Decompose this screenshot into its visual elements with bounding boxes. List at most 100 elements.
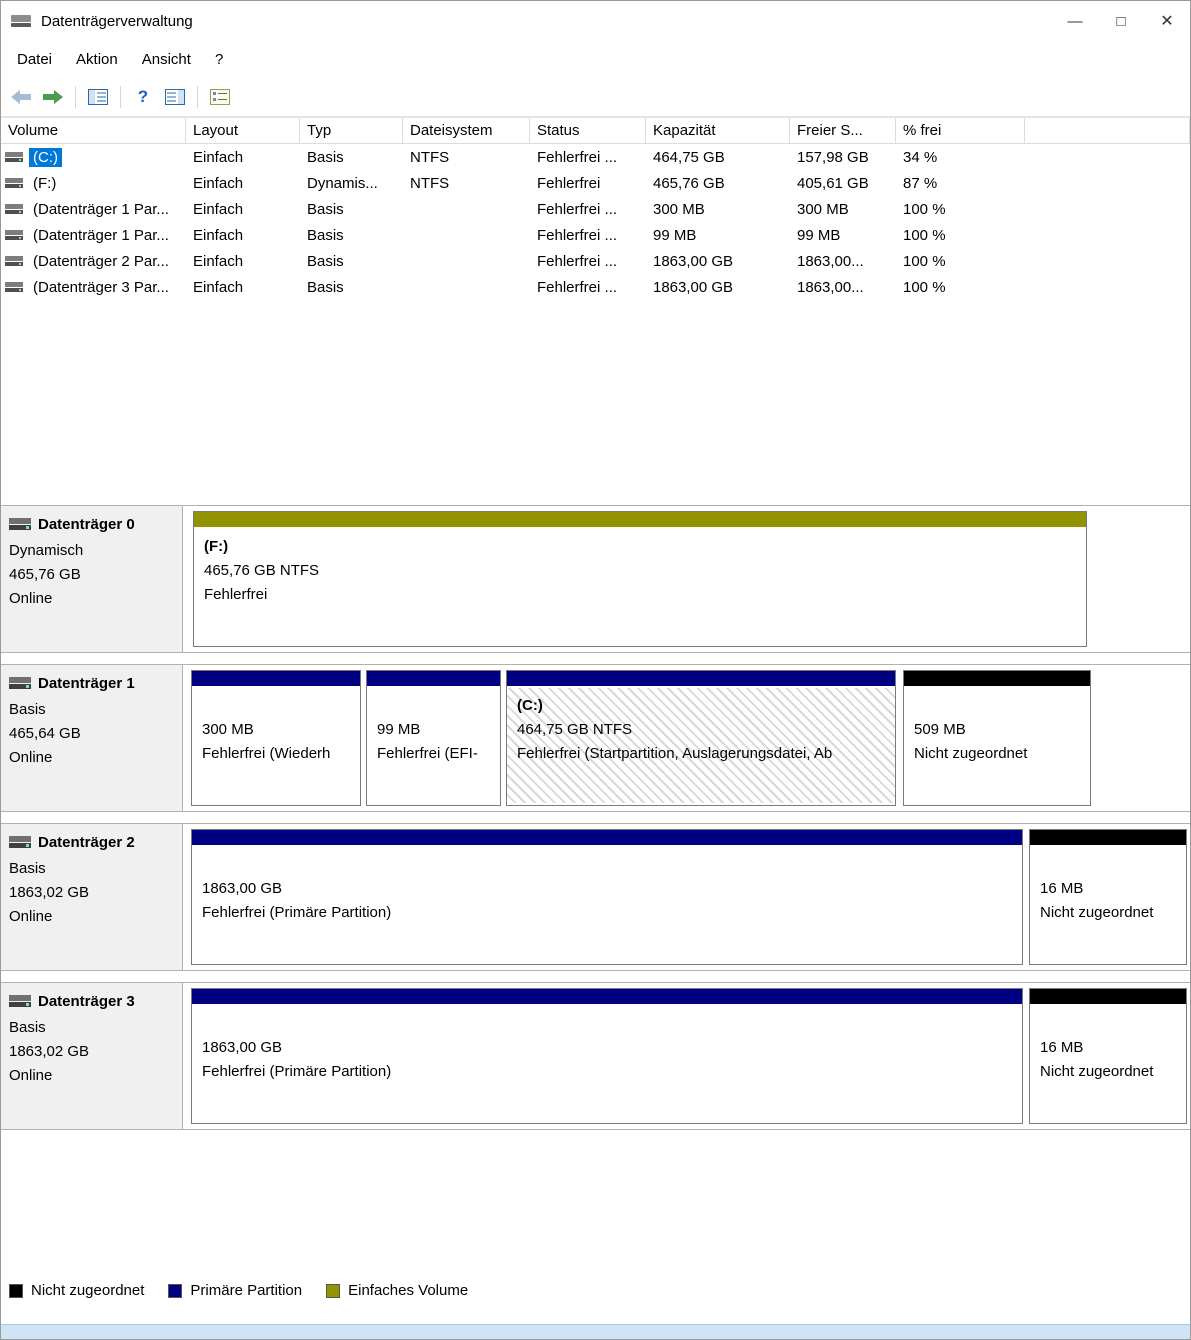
disk-status: Online: [9, 590, 53, 607]
partition-block[interactable]: 1863,00 GB Fehlerfrei (Primäre Partition…: [191, 988, 1023, 1124]
maximize-button[interactable]: □: [1098, 1, 1144, 41]
cell-typ: Basis: [307, 226, 344, 244]
partition-block-unallocated[interactable]: 16 MB Nicht zugeordnet: [1029, 988, 1187, 1124]
cell-prozent-frei: 100 %: [903, 200, 946, 218]
cell-dateisystem: NTFS: [410, 148, 450, 166]
disk-info-panel[interactable]: Datenträger 2 Basis 1863,02 GB Online: [1, 824, 183, 970]
legend-item-simple-volume: Einfaches Volume: [326, 1282, 468, 1299]
disk-kind: Basis: [9, 860, 46, 877]
partition-status: Nicht zugeordnet: [1040, 904, 1154, 921]
partition-status: Fehlerfrei (Startpartition, Auslagerungs…: [517, 745, 833, 762]
volume-cell: (Datenträger 3 Par...: [1, 278, 186, 297]
partition-block-unallocated[interactable]: 509 MB Nicht zugeordnet: [903, 670, 1091, 806]
menu-datei[interactable]: Datei: [5, 45, 64, 74]
partition-size: 509 MB: [914, 721, 966, 738]
menu-help[interactable]: ?: [203, 45, 235, 74]
volume-icon: [5, 177, 23, 189]
help-icon[interactable]: ?: [128, 83, 158, 111]
console-tree-icon[interactable]: [83, 83, 113, 111]
disk-size: 1863,02 GB: [9, 884, 90, 901]
legend-swatch-primary-partition: [168, 1283, 183, 1298]
disk-row-0: Datenträger 0 Dynamisch 465,76 GB Online…: [1, 505, 1190, 653]
forward-arrow-icon[interactable]: [38, 83, 68, 111]
disk-status: Online: [9, 1067, 53, 1084]
partition-status: Fehlerfrei (EFI-: [377, 745, 478, 762]
partition-block[interactable]: (F:) 465,76 GB NTFS Fehlerfrei: [193, 511, 1087, 647]
legend-label: Nicht zugeordnet: [31, 1282, 145, 1299]
partition-strip-primary: [192, 989, 1022, 1006]
list-header: Volume Layout Typ Dateisystem Status Kap…: [1, 118, 1190, 144]
table-row[interactable]: (Datenträger 3 Par... Einfach Basis Fehl…: [1, 274, 1190, 300]
toolbar-separator: [120, 85, 121, 108]
legend: Nicht zugeordnet Primäre Partition Einfa…: [9, 1282, 1190, 1299]
minimize-button[interactable]: —: [1052, 1, 1098, 41]
disk-management-window: { "window": { "title": "Datenträgerverwa…: [0, 0, 1191, 1340]
cell-prozent-frei: 87 %: [903, 174, 938, 192]
column-header-prozent-frei[interactable]: % frei: [896, 118, 1025, 143]
volume-icon: [5, 255, 23, 267]
back-arrow-icon[interactable]: [6, 83, 36, 111]
disk-info-panel[interactable]: Datenträger 0 Dynamisch 465,76 GB Online: [1, 506, 183, 652]
cell-freier-speicher: 157,98 GB: [797, 148, 869, 166]
partition-block-c-drive[interactable]: (C:) 464,75 GB NTFS Fehlerfrei (Startpar…: [506, 670, 896, 806]
column-header-dateisystem[interactable]: Dateisystem: [403, 118, 530, 143]
volume-name: (Datenträger 1 Par...: [33, 200, 169, 218]
cell-prozent-frei: 100 %: [903, 252, 946, 270]
graphical-view: Datenträger 0 Dynamisch 465,76 GB Online…: [1, 499, 1190, 1130]
cell-prozent-frei: 100 %: [903, 278, 946, 296]
cell-status: Fehlerfrei ...: [537, 278, 618, 296]
partition-label: [377, 694, 500, 718]
partition-block[interactable]: 1863,00 GB Fehlerfrei (Primäre Partition…: [191, 829, 1023, 965]
table-row[interactable]: (F:) Einfach Dynamis... NTFS Fehlerfrei …: [1, 170, 1190, 196]
table-row[interactable]: (C:) Einfach Basis NTFS Fehlerfrei ... 4…: [1, 144, 1190, 170]
disk-size: 1863,02 GB: [9, 1043, 90, 1060]
volume-icon: [5, 203, 23, 215]
partition-status: Fehlerfrei (Primäre Partition): [202, 1063, 392, 1080]
partition-size: 1863,00 GB: [202, 880, 283, 897]
column-header-typ[interactable]: Typ: [300, 118, 403, 143]
column-header-kapazitaet[interactable]: Kapazität: [646, 118, 790, 143]
cell-freier-speicher: 300 MB: [797, 200, 849, 218]
cell-dateisystem: NTFS: [410, 174, 450, 192]
partition-size: 465,76 GB NTFS: [204, 562, 320, 579]
column-header-volume[interactable]: Volume: [1, 118, 186, 143]
menu-aktion[interactable]: Aktion: [64, 45, 130, 74]
disk-status: Online: [9, 749, 53, 766]
partition-size: 1863,00 GB: [202, 1039, 283, 1056]
table-row[interactable]: (Datenträger 1 Par... Einfach Basis Fehl…: [1, 222, 1190, 248]
partition-block-unallocated[interactable]: 16 MB Nicht zugeordnet: [1029, 829, 1187, 965]
column-header-filler: [1025, 118, 1190, 143]
disk-name: Datenträger 0: [38, 516, 135, 533]
action-pane-icon[interactable]: [160, 83, 190, 111]
volume-cell: (Datenträger 1 Par...: [1, 200, 186, 219]
column-header-status[interactable]: Status: [530, 118, 646, 143]
volume-name: (Datenträger 1 Par...: [33, 226, 169, 244]
partition-strip-simple-volume: [194, 512, 1086, 529]
cell-freier-speicher: 405,61 GB: [797, 174, 869, 192]
cell-typ: Dynamis...: [307, 174, 378, 192]
window-title: Datenträgerverwaltung: [41, 12, 193, 30]
volume-name: (Datenträger 2 Par...: [33, 252, 169, 270]
table-row[interactable]: (Datenträger 2 Par... Einfach Basis Fehl…: [1, 248, 1190, 274]
partition-strip-primary: [192, 830, 1022, 847]
menu-ansicht[interactable]: Ansicht: [130, 45, 203, 74]
close-button[interactable]: ✕: [1144, 1, 1190, 41]
cell-kapazitaet: 464,75 GB: [653, 148, 725, 166]
partition-block[interactable]: 300 MB Fehlerfrei (Wiederh: [191, 670, 361, 806]
column-header-freier-speicher[interactable]: Freier S...: [790, 118, 896, 143]
title-bar: Datenträgerverwaltung — □ ✕: [1, 1, 1190, 41]
disk-info-panel[interactable]: Datenträger 3 Basis 1863,02 GB Online: [1, 983, 183, 1129]
table-row[interactable]: (Datenträger 1 Par... Einfach Basis Fehl…: [1, 196, 1190, 222]
disk-row-3: Datenträger 3 Basis 1863,02 GB Online 18…: [1, 982, 1190, 1130]
partition-block[interactable]: 99 MB Fehlerfrei (EFI-: [366, 670, 501, 806]
partition-label: [1040, 853, 1186, 877]
disk-icon: [9, 677, 31, 690]
column-header-layout[interactable]: Layout: [186, 118, 300, 143]
cell-status: Fehlerfrei: [537, 174, 601, 192]
disk-name: Datenträger 3: [38, 993, 135, 1010]
disk-info-panel[interactable]: Datenträger 1 Basis 465,64 GB Online: [1, 665, 183, 811]
partition-label: (C:): [517, 697, 543, 714]
disk-kind: Dynamisch: [9, 542, 84, 559]
partition-strip-unallocated: [1030, 989, 1186, 1006]
properties-icon[interactable]: [205, 83, 235, 111]
